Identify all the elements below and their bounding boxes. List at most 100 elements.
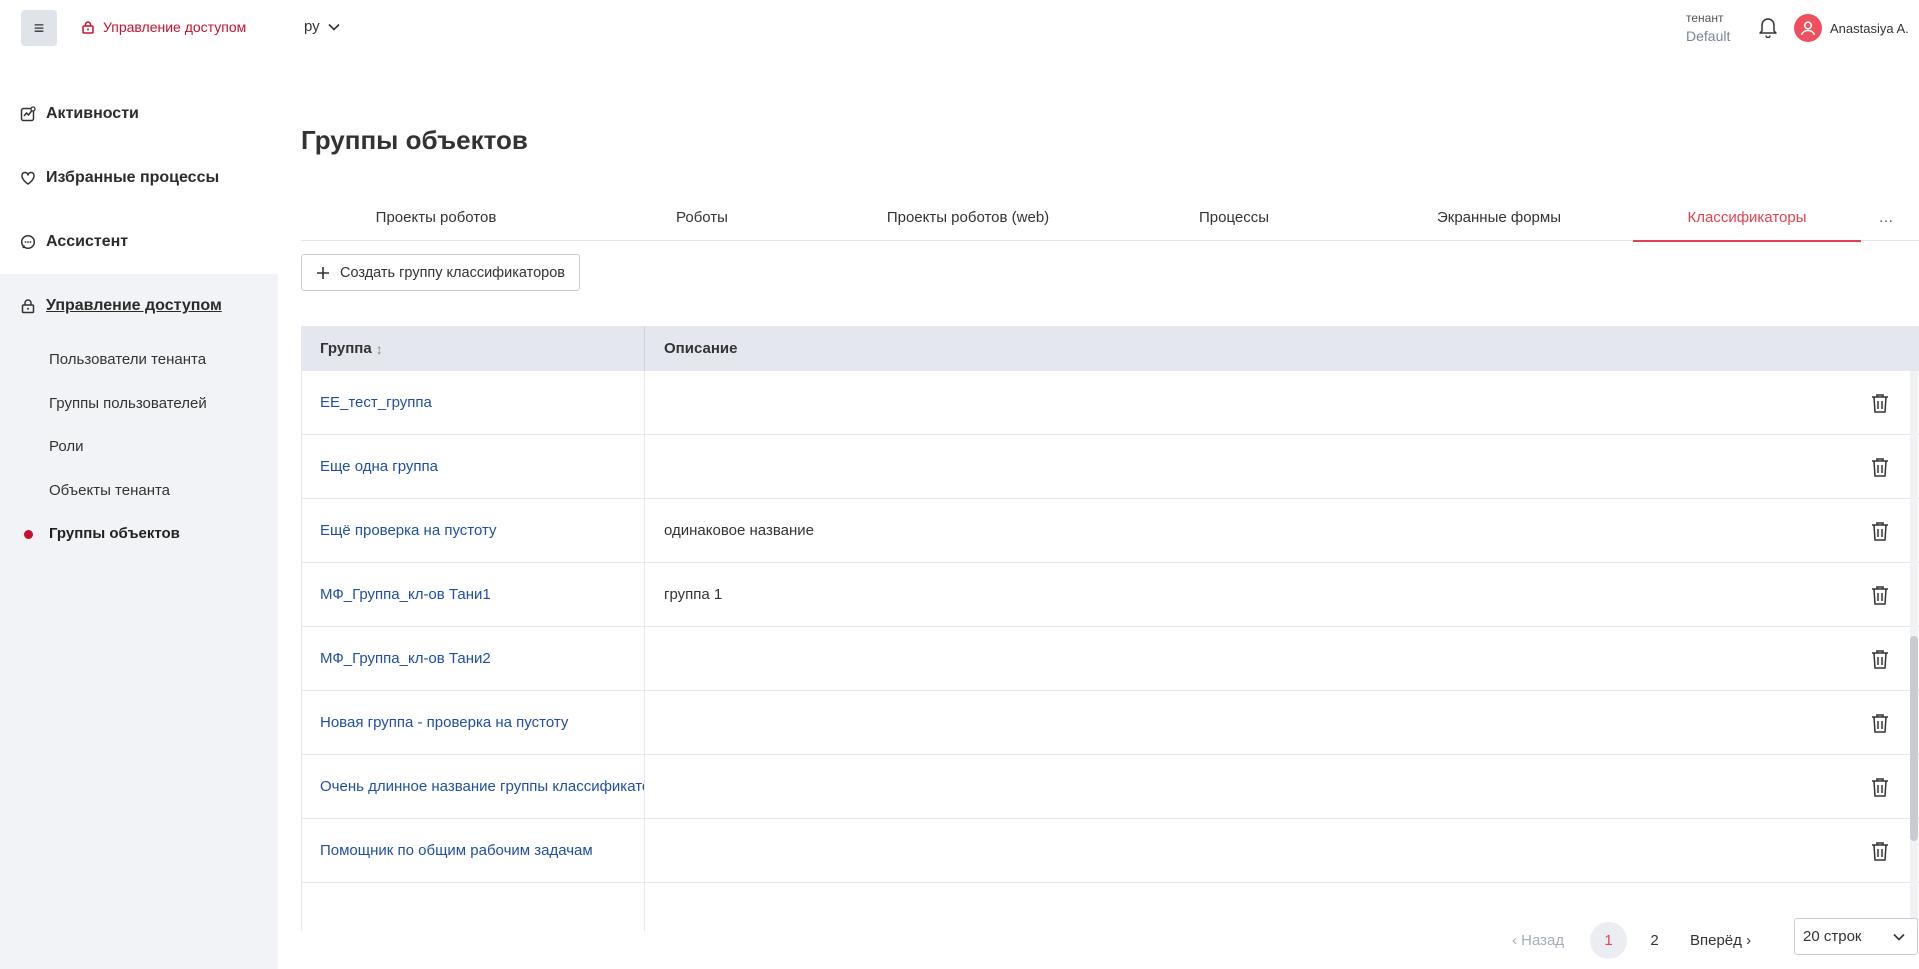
current-indicator-dot bbox=[24, 530, 33, 539]
column-header-group[interactable]: Группа ↕ bbox=[301, 326, 645, 371]
chevron-down-icon bbox=[328, 23, 340, 31]
sidebar-item-label: Избранные процессы bbox=[46, 169, 220, 186]
sidebar-item-user-groups[interactable]: Группы пользователей bbox=[0, 382, 278, 426]
table-border bbox=[301, 371, 302, 931]
pagination: ‹ Назад 1 2 Вперёд › bbox=[1512, 922, 1788, 959]
language-selector[interactable]: ру bbox=[304, 18, 340, 35]
tab-robot-projects[interactable]: Проекты роботов bbox=[301, 193, 571, 241]
chat-icon bbox=[20, 234, 36, 250]
tabs-more-button[interactable]: … bbox=[1861, 193, 1911, 241]
lock-icon bbox=[82, 21, 94, 34]
rows-per-page-value: 20 строк bbox=[1803, 928, 1862, 945]
group-link[interactable]: Ещё проверка на пустоту bbox=[301, 499, 645, 562]
sidebar-sub-label: Группы пользователей bbox=[49, 394, 207, 412]
group-link[interactable]: Очень длинное название группы классифика… bbox=[301, 755, 645, 818]
user-icon bbox=[1800, 21, 1816, 36]
hamburger-icon: ≡ bbox=[33, 17, 45, 38]
sidebar-sub-label: Объекты тенанта bbox=[49, 481, 171, 499]
tab-robot-projects-web[interactable]: Проекты роботов (web) bbox=[833, 193, 1103, 241]
group-description bbox=[645, 819, 1851, 882]
activity-icon bbox=[20, 106, 36, 122]
trash-icon[interactable] bbox=[1871, 457, 1889, 477]
avatar bbox=[1794, 14, 1822, 42]
trash-icon[interactable] bbox=[1871, 585, 1889, 605]
column-header-label: Группа bbox=[320, 340, 372, 357]
tenant-info[interactable]: тенант Default bbox=[1686, 9, 1730, 45]
tab-screen-forms[interactable]: Экранные формы bbox=[1365, 193, 1633, 241]
plus-icon bbox=[317, 266, 329, 279]
group-link[interactable]: МФ_Группа_кл-ов Тани2 bbox=[301, 627, 645, 690]
sidebar-sub-label: Пользователи тенанта bbox=[49, 351, 207, 369]
tab-classifiers[interactable]: Классификаторы bbox=[1633, 193, 1861, 242]
sidebar-item-favorite-processes[interactable]: Избранные процессы bbox=[0, 146, 278, 210]
table-row: Новая группа - проверка на пустоту bbox=[301, 691, 1919, 755]
sidebar-sub-list: Пользователи тенанта Группы пользователе… bbox=[0, 338, 278, 562]
trash-icon[interactable] bbox=[1871, 649, 1889, 669]
sidebar-item-tenant-users[interactable]: Пользователи тенанта bbox=[0, 338, 278, 382]
table-row: Еще одна группа bbox=[301, 435, 1919, 499]
sidebar-item-tenant-objects[interactable]: Объекты тенанта bbox=[0, 469, 278, 513]
column-header-label: Описание bbox=[664, 340, 738, 357]
group-description bbox=[645, 435, 1851, 498]
tenant-label: тенант bbox=[1686, 11, 1724, 25]
prev-page-button[interactable]: ‹ Назад bbox=[1512, 932, 1590, 949]
rows-per-page-select[interactable]: 20 строк bbox=[1794, 918, 1918, 955]
next-page-button[interactable]: Вперёд › bbox=[1690, 932, 1788, 949]
table-row: Помощник по общим рабочим задачам bbox=[301, 819, 1919, 883]
create-classifier-group-button[interactable]: Создать группу классификаторов bbox=[301, 254, 580, 291]
sidebar-sub-label: Группы объектов bbox=[49, 525, 180, 543]
sidebar-item-label: Ассистент bbox=[46, 233, 129, 250]
tab-processes[interactable]: Процессы bbox=[1103, 193, 1365, 241]
user-name: Anastasiya A. bbox=[1830, 20, 1909, 36]
sidebar-item-label: Активности bbox=[46, 105, 139, 122]
trash-icon[interactable] bbox=[1871, 841, 1889, 861]
top-bar: ≡ Управление доступом ру тенант Default bbox=[0, 0, 1919, 56]
user-menu[interactable]: Anastasiya A. bbox=[1794, 14, 1909, 42]
table-row: Очень длинное название группы классифика… bbox=[301, 755, 1919, 819]
chevron-down-icon bbox=[1893, 933, 1905, 941]
group-description: одинаковое название bbox=[664, 522, 814, 539]
create-button-label: Создать группу классификаторов bbox=[340, 264, 565, 281]
table-header: Группа ↕ Описание bbox=[301, 326, 1919, 371]
page-title: Группы объектов bbox=[301, 125, 528, 155]
group-link[interactable]: Помощник по общим рабочим задачам bbox=[301, 819, 645, 882]
page-button-1[interactable]: 1 bbox=[1590, 922, 1627, 959]
group-description: группа 1 bbox=[664, 586, 723, 603]
trash-icon[interactable] bbox=[1871, 713, 1889, 733]
sort-icon[interactable]: ↕ bbox=[376, 341, 383, 357]
brand-label: Управление доступом bbox=[103, 19, 247, 35]
notifications-bell-icon[interactable] bbox=[1758, 16, 1778, 43]
table-row: EE_тест_группа bbox=[301, 371, 1919, 435]
table-scrollbar[interactable] bbox=[1910, 371, 1918, 931]
group-link-partial[interactable] bbox=[301, 883, 645, 931]
sidebar-item-roles[interactable]: Роли bbox=[0, 425, 278, 469]
hamburger-menu-button[interactable]: ≡ bbox=[21, 10, 57, 46]
heart-icon bbox=[21, 171, 35, 185]
trash-icon[interactable] bbox=[1871, 393, 1889, 413]
group-description bbox=[645, 755, 1851, 818]
sidebar-top-block: Активности Избранные процессы Ассистент bbox=[0, 56, 278, 274]
tab-bar: Проекты роботов Роботы Проекты роботов (… bbox=[301, 193, 1919, 242]
page-button-2[interactable]: 2 bbox=[1636, 922, 1673, 959]
tenant-value: Default bbox=[1686, 28, 1731, 44]
group-link[interactable]: EE_тест_группа bbox=[301, 371, 645, 434]
sidebar-item-object-groups[interactable]: Группы объектов bbox=[0, 512, 278, 556]
sidebar-item-activities[interactable]: Активности bbox=[0, 82, 278, 146]
group-link[interactable]: Еще одна группа bbox=[301, 435, 645, 498]
table-row: МФ_Группа_кл-ов Тани2 bbox=[301, 627, 1919, 691]
tab-robots[interactable]: Роботы bbox=[571, 193, 833, 241]
group-link[interactable]: МФ_Группа_кл-ов Тани1 bbox=[301, 563, 645, 626]
scrollbar-thumb[interactable] bbox=[1910, 636, 1918, 841]
language-value: ру bbox=[304, 18, 320, 35]
lock-icon bbox=[21, 299, 35, 314]
sidebar-sub-label: Роли bbox=[49, 438, 84, 456]
trash-icon[interactable] bbox=[1871, 521, 1889, 541]
sidebar-item-assistant[interactable]: Ассистент bbox=[0, 210, 278, 274]
app-brand[interactable]: Управление доступом bbox=[81, 19, 246, 35]
table-row: МФ_Группа_кл-ов Тани1 группа 1 bbox=[301, 563, 1919, 627]
group-description bbox=[645, 627, 1851, 690]
sidebar-item-access-management[interactable]: Управление доступом bbox=[0, 274, 278, 338]
group-link[interactable]: Новая группа - проверка на пустоту bbox=[301, 691, 645, 754]
trash-icon[interactable] bbox=[1871, 777, 1889, 797]
sidebar-item-label: Управление доступом bbox=[46, 297, 222, 314]
